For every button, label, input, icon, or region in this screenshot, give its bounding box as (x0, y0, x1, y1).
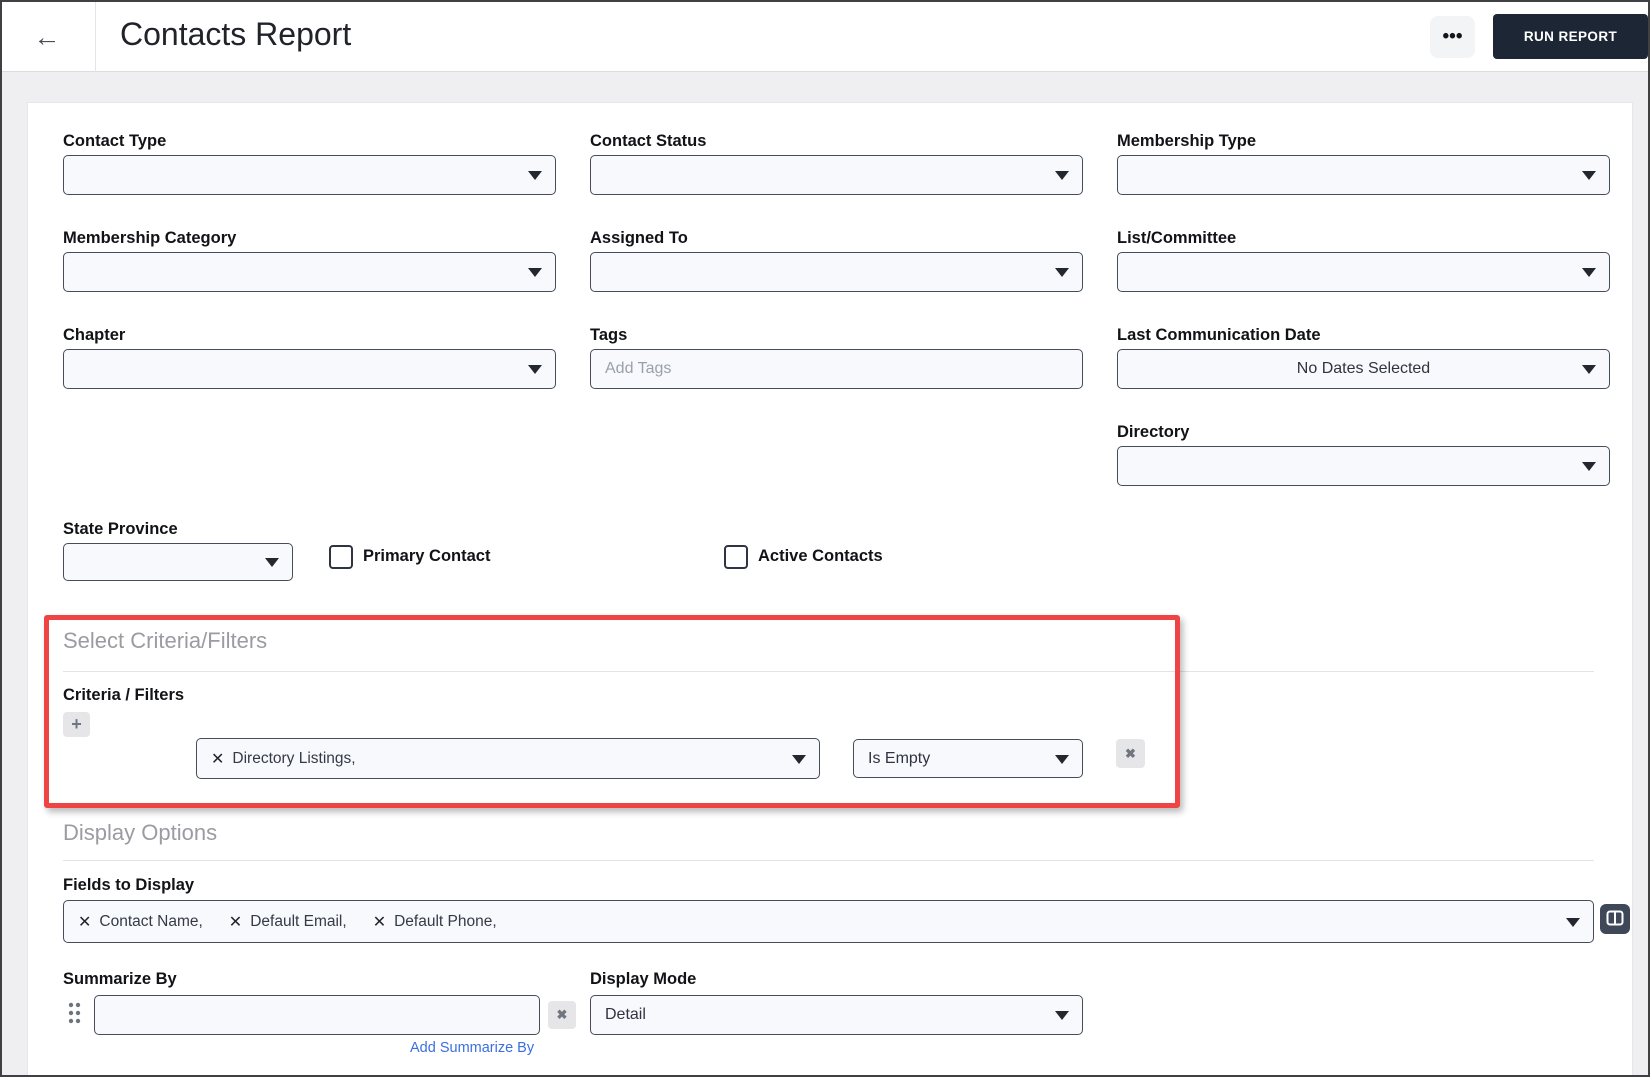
active-contacts-checkbox[interactable] (724, 545, 748, 569)
page-title: Contacts Report (120, 16, 352, 52)
state-province-label: State Province (63, 520, 178, 538)
field-chip: ✕ Contact Name, (78, 912, 203, 932)
primary-contact-checkbox-label: Primary Contact (363, 547, 491, 565)
tags-label: Tags (590, 326, 628, 344)
header-divider (95, 2, 96, 72)
criteria-field-chip: ✕ Directory Listings, (211, 749, 356, 769)
display-mode-label: Display Mode (590, 970, 697, 988)
tags-input[interactable] (590, 349, 1083, 389)
chapter-label: Chapter (63, 326, 126, 344)
display-mode-select[interactable]: Detail (590, 995, 1083, 1035)
criteria-section-heading: Select Criteria/Filters (63, 628, 268, 653)
criteria-field-select[interactable]: ✕ Directory Listings, (196, 738, 820, 779)
add-criteria-button[interactable]: + (63, 712, 90, 737)
criteria-field-value: Directory Listings, (232, 749, 356, 767)
chevron-down-icon (1055, 171, 1069, 180)
last-communication-date-value: No Dates Selected (1296, 360, 1431, 377)
criteria-operator-value: Is Empty (868, 749, 931, 767)
field-chip-label: Contact Name, (99, 912, 203, 930)
chapter-select[interactable] (63, 349, 556, 389)
list-committee-label: List/Committee (1117, 229, 1237, 247)
remove-chip-icon[interactable]: ✕ (229, 912, 242, 932)
summarize-by-label: Summarize By (63, 970, 177, 988)
clear-summarize-button[interactable]: ✖ (548, 1001, 576, 1029)
add-summarize-by-link[interactable]: Add Summarize By (410, 1040, 534, 1056)
chevron-down-icon (1582, 462, 1596, 471)
last-communication-date-label: Last Communication Date (1117, 326, 1321, 344)
membership-category-label: Membership Category (63, 229, 237, 247)
header: ← Contacts Report ••• RUN REPORT (2, 2, 1648, 72)
remove-criteria-row-button[interactable]: ✖ (1116, 739, 1145, 768)
more-options-button[interactable]: ••• (1430, 16, 1475, 58)
ellipsis-icon: ••• (1442, 26, 1463, 47)
plus-icon: + (71, 714, 82, 734)
membership-type-select[interactable] (1117, 155, 1610, 195)
remove-chip-icon[interactable]: ✕ (373, 912, 386, 932)
display-mode-value: Detail (605, 1006, 646, 1023)
chevron-down-icon (1582, 365, 1596, 374)
contact-status-select[interactable] (590, 155, 1083, 195)
chevron-down-icon (1055, 268, 1069, 277)
remove-chip-icon[interactable]: ✕ (211, 749, 224, 769)
chevron-down-icon (1566, 917, 1580, 927)
field-chip-label: Default Email, (250, 912, 347, 930)
back-button[interactable]: ← (28, 19, 66, 55)
membership-type-label: Membership Type (1117, 132, 1257, 150)
close-icon: ✖ (556, 1007, 568, 1022)
run-report-button[interactable]: RUN REPORT (1493, 14, 1648, 59)
columns-icon (1606, 910, 1624, 929)
divider (63, 860, 1594, 861)
arrow-left-icon: ← (33, 22, 61, 52)
membership-category-select[interactable] (63, 252, 556, 292)
chevron-down-icon (1582, 268, 1596, 277)
assigned-to-label: Assigned To (590, 229, 688, 247)
chevron-down-icon (528, 268, 542, 277)
remove-chip-icon[interactable]: ✕ (78, 912, 91, 932)
active-contacts-checkbox-label: Active Contacts (758, 547, 883, 565)
state-province-select[interactable] (63, 543, 293, 581)
chevron-down-icon (792, 754, 806, 764)
last-communication-date-select[interactable]: No Dates Selected (1117, 349, 1610, 389)
field-chip-label: Default Phone, (394, 912, 497, 930)
chevron-down-icon (1055, 1011, 1069, 1020)
contact-status-label: Contact Status (590, 132, 707, 150)
chevron-down-icon (1055, 754, 1069, 764)
close-icon: ✖ (1125, 745, 1136, 761)
fields-to-display-multiselect[interactable]: ✕ Contact Name, ✕ Default Email, ✕ Defau… (63, 900, 1594, 943)
chevron-down-icon (528, 171, 542, 180)
display-options-heading: Display Options (63, 820, 218, 845)
summarize-by-input[interactable] (94, 995, 540, 1035)
directory-select[interactable] (1117, 446, 1610, 486)
primary-contact-checkbox[interactable] (329, 545, 353, 569)
fields-to-display-label: Fields to Display (63, 876, 195, 894)
field-chip: ✕ Default Email, (229, 912, 347, 932)
choose-columns-button[interactable] (1600, 904, 1630, 934)
divider (63, 671, 1594, 672)
directory-label: Directory (1117, 423, 1190, 441)
chevron-down-icon (265, 558, 279, 567)
contact-type-select[interactable] (63, 155, 556, 195)
assigned-to-select[interactable] (590, 252, 1083, 292)
field-chip: ✕ Default Phone, (373, 912, 497, 932)
contact-type-label: Contact Type (63, 132, 167, 150)
list-committee-select[interactable] (1117, 252, 1610, 292)
criteria-filters-label: Criteria / Filters (63, 686, 185, 704)
chevron-down-icon (528, 365, 542, 374)
criteria-operator-select[interactable]: Is Empty (853, 739, 1083, 778)
drag-handle-icon[interactable] (66, 1000, 82, 1026)
contacts-report-page: ← Contacts Report ••• RUN REPORT Contact… (0, 0, 1650, 1077)
chevron-down-icon (1582, 171, 1596, 180)
